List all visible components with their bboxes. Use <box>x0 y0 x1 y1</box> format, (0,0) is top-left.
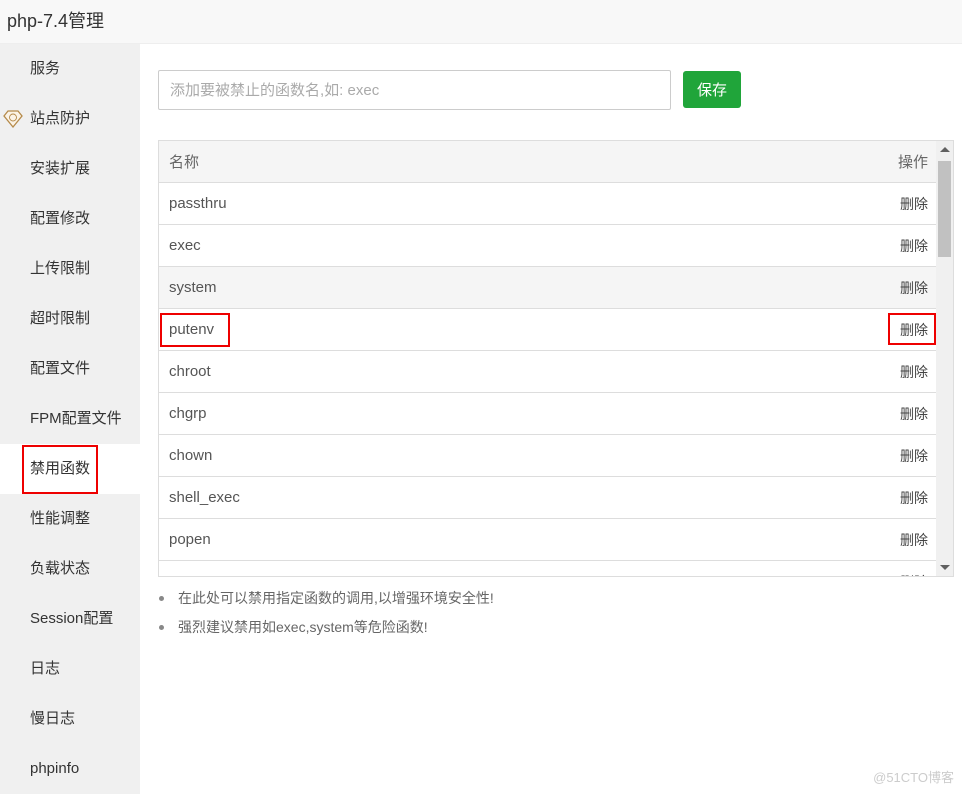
sidebar-item-5[interactable]: 超时限制 <box>0 294 140 344</box>
sidebar-item-9[interactable]: 性能调整 <box>0 494 140 544</box>
function-name: putenv <box>169 321 215 338</box>
enterprise-diamond-icon <box>3 110 23 128</box>
sidebar-item-label: 配置修改 <box>30 210 91 227</box>
sidebar-item-label: Session配置 <box>30 610 114 627</box>
scroll-up-arrow-icon[interactable] <box>940 147 950 152</box>
sidebar: 服务站点防护安装扩展配置修改上传限制超时限制配置文件 FPM配置文件 禁用函数性能调… <box>0 44 140 794</box>
table-row: shell_exec 删除 <box>159 477 938 519</box>
delete-button[interactable]: 删除 <box>900 320 928 340</box>
function-name: popen <box>169 531 211 548</box>
sidebar-item-11[interactable]: Session配置 <box>0 594 140 644</box>
delete-button[interactable]: 删除 <box>900 446 928 466</box>
sidebar-item-label: 禁用函数 <box>30 460 91 477</box>
delete-button[interactable]: 删除 <box>900 572 928 577</box>
sidebar-item-label: 性能调整 <box>30 510 91 527</box>
function-name: chroot <box>169 363 211 380</box>
sidebar-item-label: 站点防护 <box>30 110 91 127</box>
sidebar-item-6[interactable]: 配置文件 <box>0 344 140 394</box>
table-row: chgrp 删除 <box>159 393 938 435</box>
disabled-functions-table: 名称 操作 passthru 删除 exec 删除 system 删除 putenv 删除 ch… <box>158 140 954 577</box>
delete-button[interactable]: 删除 <box>900 236 928 256</box>
sidebar-item-2[interactable]: 安装扩展 <box>0 144 140 194</box>
function-name-input[interactable] <box>158 70 671 110</box>
sidebar-item-13[interactable]: 慢日志 <box>0 694 140 744</box>
sidebar-item-label: 配置文件 <box>30 360 91 377</box>
sidebar-item-14[interactable]: phpinfo <box>0 744 140 794</box>
sidebar-item-label: 负载状态 <box>30 560 91 577</box>
header-name: 名称 <box>169 154 200 171</box>
function-name: chgrp <box>169 405 207 422</box>
delete-button[interactable]: 删除 <box>900 278 928 298</box>
table-row: chroot 删除 <box>159 351 938 393</box>
window-title: php-7.4管理 <box>0 0 962 44</box>
sidebar-item-label: phpinfo <box>30 760 80 777</box>
table-row: popen 删除 <box>159 519 938 561</box>
table-row: exec 删除 <box>159 225 938 267</box>
table-row: chown 删除 <box>159 435 938 477</box>
table-scrollbar[interactable] <box>936 141 953 576</box>
scroll-down-arrow-icon[interactable] <box>940 565 950 570</box>
sidebar-item-1[interactable]: 站点防护 <box>0 94 140 144</box>
tips-list: 在此处可以禁用指定函数的调用,以增强环境安全性! 强烈建议禁用如exec,sys… <box>159 588 494 646</box>
sidebar-item-label: 超时限制 <box>30 310 91 327</box>
sidebar-item-0[interactable]: 服务 <box>0 44 140 94</box>
table-row: putenv 删除 <box>159 309 938 351</box>
delete-button[interactable]: 删除 <box>900 194 928 214</box>
sidebar-item-8[interactable]: 禁用函数 <box>0 444 140 494</box>
sidebar-item-4[interactable]: 上传限制 <box>0 244 140 294</box>
sidebar-item-label: 服务 <box>30 60 61 77</box>
delete-button[interactable]: 删除 <box>900 530 928 550</box>
function-name: chown <box>169 447 213 464</box>
scroll-thumb[interactable] <box>938 161 951 257</box>
table-header: 名称 操作 <box>159 141 938 183</box>
sidebar-item-12[interactable]: 日志 <box>0 644 140 694</box>
table-row: passthru 删除 <box>159 183 938 225</box>
function-name: passthru <box>169 195 227 212</box>
delete-button[interactable]: 删除 <box>900 362 928 382</box>
watermark: @51CTO博客 <box>873 770 954 785</box>
table-row: system 删除 <box>159 267 938 309</box>
function-name: shell_exec <box>169 489 240 506</box>
sidebar-item-label: 日志 <box>30 660 61 677</box>
sidebar-item-label: FPM配置文件 <box>30 410 122 427</box>
header-action: 操作 <box>897 154 928 171</box>
save-button[interactable]: 保存 <box>683 71 741 108</box>
function-name: system <box>169 279 217 296</box>
table-row: 删除 <box>159 561 938 577</box>
sidebar-item-10[interactable]: 负载状态 <box>0 544 140 594</box>
sidebar-item-label: 安装扩展 <box>30 160 91 177</box>
tip-item: 强烈建议禁用如exec,system等危险函数! <box>159 617 494 646</box>
sidebar-item-3[interactable]: 配置修改 <box>0 194 140 244</box>
sidebar-item-7[interactable]: FPM配置文件 <box>0 394 140 444</box>
sidebar-item-label: 上传限制 <box>30 260 91 277</box>
function-name: exec <box>169 237 201 254</box>
delete-button[interactable]: 删除 <box>900 404 928 424</box>
delete-button[interactable]: 删除 <box>900 488 928 508</box>
tip-item: 在此处可以禁用指定函数的调用,以增强环境安全性! <box>159 588 494 617</box>
sidebar-item-label: 慢日志 <box>30 710 76 727</box>
